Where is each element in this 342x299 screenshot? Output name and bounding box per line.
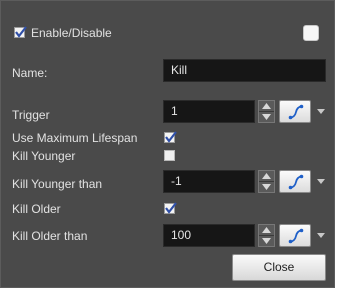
enable-disable-checkbox[interactable] [14, 26, 27, 38]
name-input[interactable]: Kill [163, 59, 326, 82]
kill-younger-than-function-curve-button[interactable] [279, 170, 311, 193]
kill-older-than-spinner[interactable] [258, 224, 275, 247]
kill-older-than-spin-down[interactable] [259, 236, 274, 246]
dropdown-arrow-icon[interactable] [316, 178, 326, 186]
trigger-function-curve-button[interactable] [279, 100, 311, 123]
kill-effect-properties-panel: Enable/Disable Name: Kill Trigger 1 Use … [0, 0, 335, 288]
kill-older-label: Kill Older [12, 202, 61, 216]
enable-toggle-box[interactable] [303, 25, 319, 41]
trigger-label: Trigger [12, 108, 50, 122]
spin-down-arrow-icon [262, 238, 271, 244]
spin-down-arrow-icon [262, 184, 271, 190]
close-button[interactable]: Close [232, 254, 326, 281]
kill-older-than-input[interactable]: 100 [163, 224, 255, 247]
function-curve-icon [288, 174, 304, 190]
checkmark-icon [15, 26, 27, 38]
trigger-input[interactable]: 1 [163, 100, 255, 123]
kill-older-than-function-curve-button[interactable] [279, 224, 311, 247]
name-label: Name: [12, 66, 48, 80]
function-curve-icon [288, 228, 304, 244]
kill-older-than-spin-up[interactable] [259, 225, 274, 236]
kill-younger-than-spin-down[interactable] [259, 182, 274, 192]
kill-younger-than-spin-up[interactable] [259, 171, 274, 182]
checkmark-icon [165, 202, 177, 214]
spin-up-arrow-icon [262, 103, 271, 109]
dropdown-arrow-icon[interactable] [316, 108, 326, 116]
use-maximum-lifespan-checkbox[interactable] [164, 131, 177, 143]
spin-down-arrow-icon [262, 114, 271, 120]
function-curve-icon [288, 104, 304, 120]
kill-younger-than-spinner[interactable] [258, 170, 275, 193]
checkmark-icon [165, 131, 177, 143]
use-maximum-lifespan-label: Use Maximum Lifespan [12, 131, 138, 145]
spin-up-arrow-icon [262, 173, 271, 179]
kill-younger-checkbox[interactable] [164, 150, 175, 161]
dropdown-arrow-icon[interactable] [316, 232, 326, 240]
trigger-spin-up[interactable] [259, 101, 274, 112]
kill-younger-than-label: Kill Younger than [12, 177, 103, 191]
trigger-spin-down[interactable] [259, 112, 274, 122]
spin-up-arrow-icon [262, 227, 271, 233]
enable-disable-label: Enable/Disable [31, 26, 112, 40]
kill-older-checkbox[interactable] [164, 202, 177, 214]
trigger-spinner[interactable] [258, 100, 275, 123]
kill-younger-label: Kill Younger [12, 149, 76, 163]
kill-older-than-label: Kill Older than [12, 229, 88, 243]
kill-younger-than-input[interactable]: -1 [163, 170, 255, 193]
